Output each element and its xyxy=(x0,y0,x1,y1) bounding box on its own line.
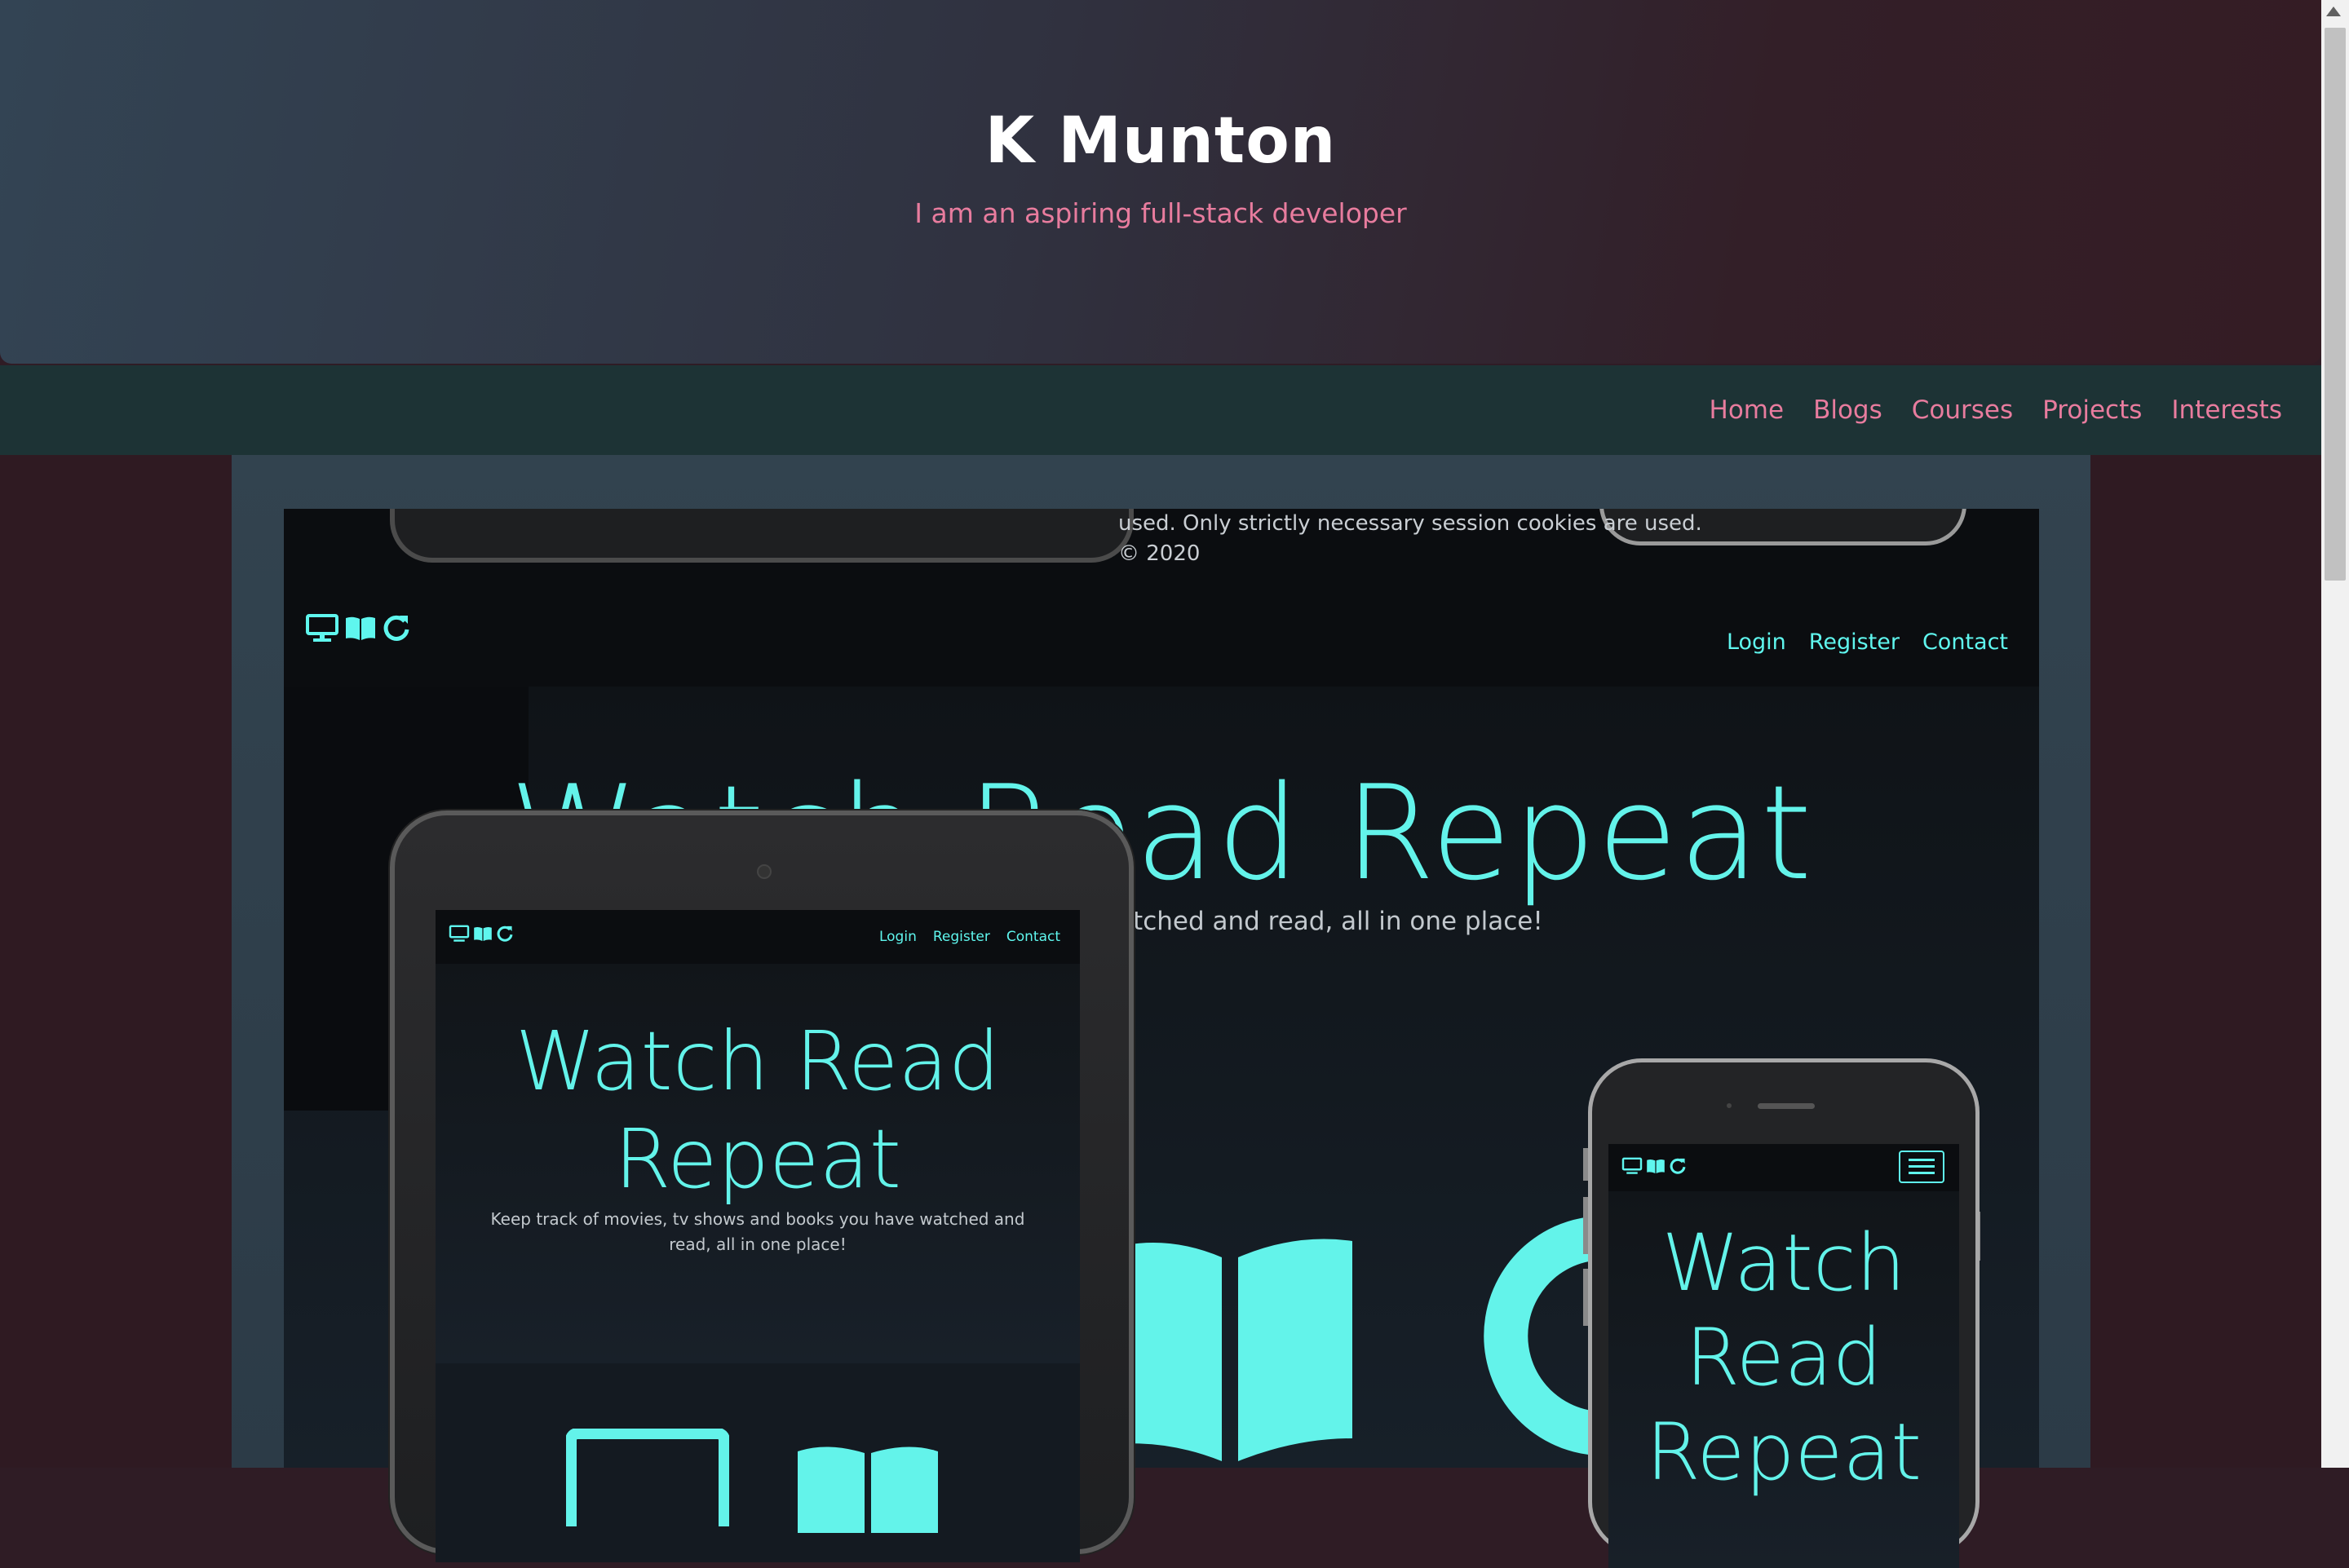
book-icon xyxy=(1108,1239,1352,1461)
refresh-icon xyxy=(1670,1158,1686,1174)
book-icon xyxy=(1647,1159,1665,1173)
screenshot-footer-text: used. Only strictly necessary session co… xyxy=(1118,509,1702,569)
tablet-screen: Login Register Contact Watch Read Repeat… xyxy=(436,910,1080,1562)
phone-logo[interactable] xyxy=(1621,1157,1687,1175)
nav-link-home[interactable]: Home xyxy=(1710,395,1785,425)
app-contact-link[interactable]: Contact xyxy=(1922,629,2008,655)
site-subtitle: I am an aspiring full-stack developer xyxy=(914,197,1407,229)
app-logo[interactable] xyxy=(305,613,411,643)
app-login-link[interactable]: Login xyxy=(1727,629,1786,655)
tablet-logo[interactable] xyxy=(449,925,514,943)
monitor-icon xyxy=(1621,1157,1643,1174)
tablet-login-link[interactable]: Login xyxy=(879,929,917,945)
monitor-icon xyxy=(449,925,470,942)
tablet-mockup: Login Register Contact Watch Read Repeat… xyxy=(390,811,1134,1562)
tablet-title-line2: Repeat xyxy=(613,1111,901,1207)
site-title: K Munton xyxy=(984,104,1337,178)
scroll-up-arrow-icon[interactable] xyxy=(2326,7,2341,16)
tablet-subtitle: Keep track of movies, tv shows and books… xyxy=(490,1209,1025,1254)
app-navbar: Login Register Contact xyxy=(284,597,2039,687)
phone-title-line1: Watch xyxy=(1661,1217,1906,1309)
app-nav-links: Login Register Contact xyxy=(1727,597,2008,687)
tablet-contact-link[interactable]: Contact xyxy=(1006,929,1060,945)
monitor-icon xyxy=(306,614,338,642)
tablet-register-link[interactable]: Register xyxy=(933,929,990,945)
main-nav: Home Blogs Courses Projects Interests xyxy=(0,365,2321,455)
nav-link-blogs[interactable]: Blogs xyxy=(1813,395,1882,425)
refresh-icon xyxy=(383,615,409,641)
site-header: K Munton I am an aspiring full-stack dev… xyxy=(0,0,2321,364)
tablet-nav-links: Login Register Contact xyxy=(879,910,1060,964)
tablet-title-line1: Watch Read xyxy=(515,1014,1001,1109)
phone-mockup: Watch Read Repeat xyxy=(1588,1058,1980,1568)
phone-screen: Watch Read Repeat xyxy=(1608,1144,1959,1568)
app-register-link[interactable]: Register xyxy=(1809,629,1900,655)
tablet-bottom-edge xyxy=(390,509,1134,563)
tablet-navbar: Login Register Contact xyxy=(436,910,1080,964)
scrollbar-thumb[interactable] xyxy=(2325,28,2346,581)
book-icon xyxy=(798,1447,938,1533)
side-panel-left xyxy=(0,455,232,1468)
tablet-title: Watch Read Repeat xyxy=(436,1013,1080,1208)
hamburger-menu-icon[interactable] xyxy=(1899,1151,1944,1183)
camera-icon xyxy=(757,864,772,879)
phone-title-line2: Read xyxy=(1685,1312,1882,1403)
phone-title-line3: Repeat xyxy=(1646,1407,1922,1498)
cookie-notice: used. Only strictly necessary session co… xyxy=(1118,511,1702,536)
speaker-icon xyxy=(1758,1103,1815,1109)
side-panel-right xyxy=(2090,455,2321,1468)
refresh-icon xyxy=(497,925,513,942)
copyright: © 2020 xyxy=(1118,541,1201,566)
camera-icon xyxy=(1727,1103,1732,1108)
tablet-hero: Watch Read Repeat Keep track of movies, … xyxy=(436,964,1080,1363)
book-icon xyxy=(474,927,492,941)
nav-link-courses[interactable]: Courses xyxy=(1912,395,2013,425)
phone-navbar xyxy=(1608,1144,1959,1191)
book-icon xyxy=(346,616,375,640)
monitor-icon xyxy=(566,1429,729,1526)
nav-links: Home Blogs Courses Projects Interests xyxy=(1710,365,2282,455)
phone-title: Watch Read Repeat xyxy=(1608,1216,1959,1500)
nav-link-projects[interactable]: Projects xyxy=(2042,395,2142,425)
tablet-features xyxy=(436,1363,1080,1562)
phone-hero: Watch Read Repeat xyxy=(1608,1191,1959,1568)
nav-link-interests[interactable]: Interests xyxy=(2171,395,2282,425)
